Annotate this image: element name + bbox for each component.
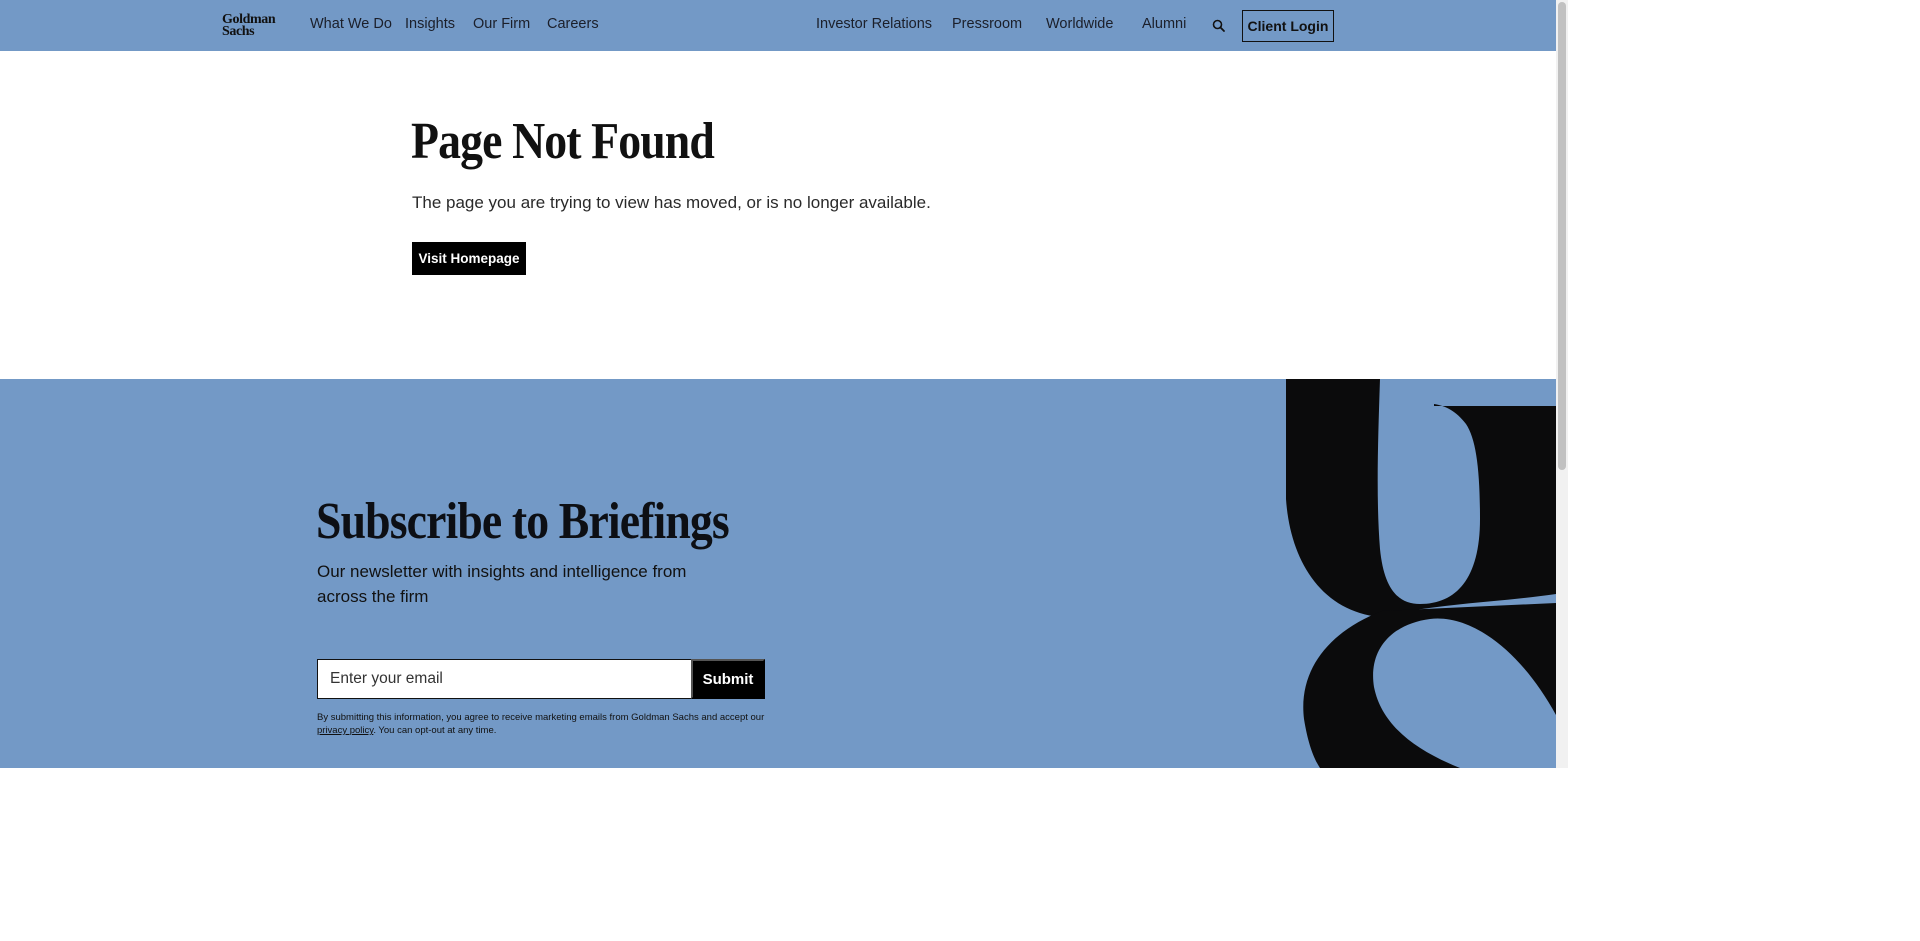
nav-link-investor-relations[interactable]: Investor Relations — [816, 16, 932, 32]
subscribe-disclaimer: By submitting this information, you agre… — [317, 711, 777, 737]
page-scrollbar[interactable] — [1556, 0, 1568, 768]
nav-link-worldwide[interactable]: Worldwide — [1046, 16, 1113, 32]
submit-button[interactable]: Submit — [691, 659, 765, 699]
nav-link-alumni[interactable]: Alumni — [1142, 16, 1186, 32]
privacy-policy-link[interactable]: privacy policy — [317, 725, 373, 736]
subscribe-title: Subscribe to Briefings — [316, 493, 730, 550]
disclaimer-text-end: . You can opt-out at any time. — [373, 725, 497, 736]
subscribe-section: Subscribe to Briefings Our newsletter wi… — [0, 379, 1556, 768]
nav-link-insights[interactable]: Insights — [405, 16, 455, 32]
not-found-message: The page you are trying to view has move… — [412, 193, 931, 212]
scrollbar-thumb[interactable] — [1558, 2, 1566, 470]
disclaimer-text: By submitting this information, you agre… — [317, 712, 765, 723]
nav-link-our-firm[interactable]: Our Firm — [473, 16, 530, 32]
email-input[interactable] — [317, 659, 692, 699]
client-login-button[interactable]: Client Login — [1242, 10, 1334, 42]
subscribe-description: Our newsletter with insights and intelli… — [317, 562, 687, 606]
logo-line-2: Sachs — [222, 24, 255, 39]
goldman-sachs-logo[interactable]: Goldman Sachs — [222, 13, 276, 39]
top-navigation: Goldman Sachs What We Do Insights Our Fi… — [0, 0, 1556, 51]
decorative-g-glyph — [1286, 379, 1556, 768]
nav-link-what-we-do[interactable]: What We Do — [310, 16, 392, 32]
nav-link-pressroom[interactable]: Pressroom — [952, 16, 1022, 32]
search-icon[interactable] — [1211, 18, 1227, 34]
visit-homepage-button[interactable]: Visit Homepage — [412, 242, 526, 275]
nav-link-careers[interactable]: Careers — [547, 16, 599, 32]
page-title: Page Not Found — [411, 113, 715, 170]
